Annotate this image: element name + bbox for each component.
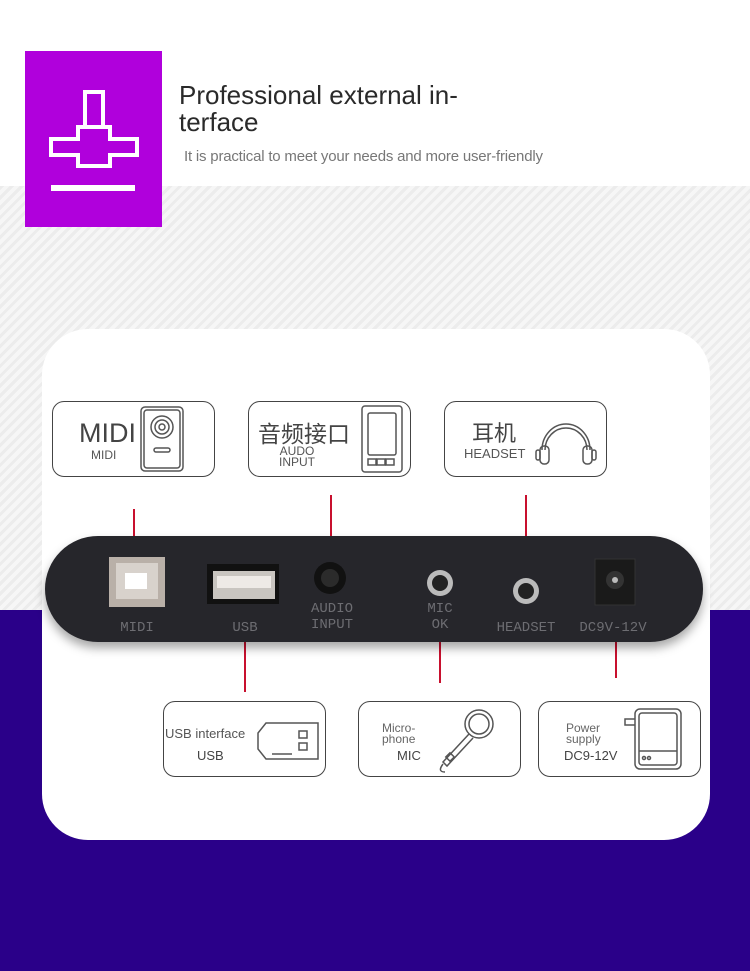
title-line-1: Professional external in- [179,80,458,110]
port-label-audio-2: INPUT [310,617,353,633]
label-box-mic: Micro- phone MIC [358,701,521,777]
section-badge [25,51,162,227]
device-back-panel: MIDI USB AUDIO INPUT MIC OK HEADSET DC9V… [45,536,703,642]
port-label-usb: USB [232,620,258,636]
label-box-usb: USB interface USB [163,701,326,777]
usb-plug-icon [257,722,319,760]
power-code: DC9-12V [564,748,618,763]
usb-label: USB interface [165,726,246,741]
usb-code: USB [197,748,224,763]
label-box-headset: 耳机 HEADSET [444,401,607,477]
port-label-mic-1: MIC [427,601,453,617]
power-meta-line-2: supply [566,732,601,746]
midi-port-icon [140,406,184,472]
mic-code: MIC [397,748,421,763]
page-title: Professional external in- terface [179,82,499,136]
midi-subtitle: MIDI [91,448,117,462]
headset-subtitle: HEADSET [464,446,526,461]
midi-title: MIDI [79,418,136,448]
label-box-power: Power supply DC9-12V [538,701,701,777]
port-label-midi: MIDI [120,620,154,636]
label-box-audio-input: 音频接口 AUDO INPUT [248,401,411,477]
port-label-headset: HEADSET [496,620,556,636]
microphone-icon [439,709,494,773]
power-adapter-icon [624,708,682,770]
interface-connector-icon [49,90,139,191]
audio-device-icon [361,405,403,473]
mic-meta-line-2: phone [382,732,416,746]
port-label-dc: DC9V-12V [579,620,647,636]
port-label-mic-2: OK [431,617,449,633]
headset-title: 耳机 [472,421,517,446]
label-box-midi: MIDI MIDI [52,401,215,477]
page-subtitle: It is practical to meet your needs and m… [184,148,543,165]
headphones-icon [535,423,597,465]
title-line-2: terface [179,107,259,137]
audio-subtitle-line-2: INPUT [279,455,315,469]
port-label-audio-1: AUDIO [310,601,353,617]
